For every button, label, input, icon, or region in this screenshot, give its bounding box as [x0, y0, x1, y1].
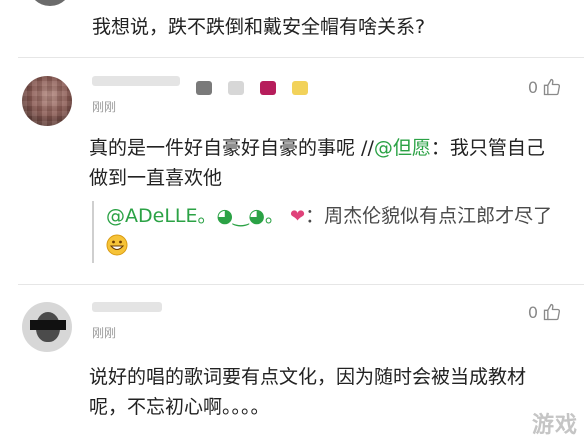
badge-icon	[196, 81, 212, 95]
avatar-fragment	[28, 0, 72, 6]
mention-link[interactable]: @但愿	[374, 137, 431, 159]
comment-text: 真的是一件好自豪好自豪的事呢 //	[89, 137, 374, 159]
avatar[interactable]	[22, 302, 72, 352]
like-button[interactable]: 0	[528, 302, 562, 322]
quoted-reply: @ADeLLE。◕‿◕。 ❤：周杰伦貌似有点江郎才尽了	[92, 201, 576, 263]
like-count: 0	[527, 77, 538, 97]
mention-link[interactable]: @ADeLLE。	[106, 205, 217, 227]
avatar-mosaic	[22, 76, 72, 126]
divider	[18, 284, 584, 285]
shirt-icon	[260, 81, 276, 95]
comment-body: 真的是一件好自豪好自豪的事呢 //@但愿：我只管自己做到一直喜欢他	[89, 133, 559, 193]
kaomoji: ◕‿◕。	[216, 205, 284, 227]
like-button[interactable]: 0	[528, 77, 562, 97]
thumbs-up-icon	[543, 78, 561, 96]
username-redacted	[92, 302, 162, 312]
grinning-face-icon	[106, 234, 128, 256]
avatar[interactable]	[22, 76, 72, 126]
heart-icon: ❤	[289, 206, 306, 227]
username-redacted	[92, 76, 180, 86]
watermark: 游戏	[531, 413, 578, 438]
comment-text-top: 我想说，跌不跌倒和戴安全帽有啥关系?	[92, 16, 426, 38]
badge-icon	[228, 81, 244, 95]
badge-icon	[292, 81, 308, 95]
avatar-censor-bar	[30, 320, 66, 330]
comment-body: 说好的唱的歌词要有点文化，因为随时会被当成教材呢，不忘初心啊。。。。	[89, 366, 527, 418]
divider	[18, 57, 584, 58]
reply-text: ：周杰伦貌似有点江郎才尽了	[305, 205, 553, 227]
thumbs-up-icon	[543, 303, 561, 321]
comment-time: 刚刚	[92, 326, 117, 340]
comment-time: 刚刚	[92, 100, 117, 114]
like-count: 0	[527, 302, 538, 322]
